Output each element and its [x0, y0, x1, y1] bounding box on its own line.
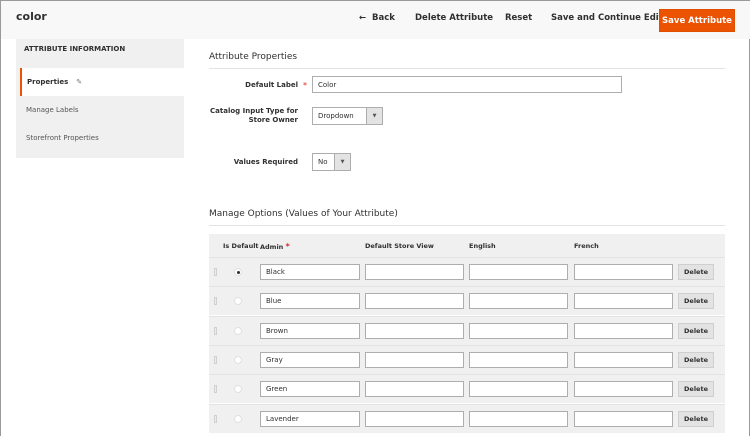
french-input[interactable]: [574, 293, 673, 310]
sidebar-heading: ATTRIBUTE INFORMATION: [24, 45, 126, 53]
default-store-view-input[interactable]: [365, 264, 464, 280]
french-input[interactable]: [574, 322, 673, 339]
default-store-view-input[interactable]: [365, 381, 464, 398]
column-header: Admin *: [260, 242, 290, 251]
divider: [209, 68, 725, 69]
delete-button[interactable]: Delete: [678, 351, 714, 368]
drag-handle-icon[interactable]: [214, 297, 217, 306]
select-value: Dropdown: [318, 112, 354, 120]
english-input[interactable]: [469, 322, 568, 339]
admin-input[interactable]: Green: [260, 381, 360, 398]
admin-input[interactable]: Gray: [260, 351, 360, 368]
input-type-label: Catalog Input Type for Store Owner: [210, 107, 298, 124]
column-header: English: [469, 242, 496, 250]
table-row: Gray Delete: [209, 344, 725, 374]
delete-button[interactable]: Delete: [678, 322, 714, 339]
is-default-radio[interactable]: [234, 414, 242, 423]
section-title: Manage Options (Values of Your Attribute…: [209, 209, 398, 219]
delete-button[interactable]: Delete: [678, 264, 714, 280]
table-row: Brown Delete: [209, 315, 725, 345]
delete-button[interactable]: Delete: [678, 293, 714, 310]
default-label-label: Default Label: [206, 81, 298, 90]
is-default-radio[interactable]: [234, 355, 242, 364]
table-row: Green Delete: [209, 374, 725, 404]
default-store-view-input[interactable]: [365, 293, 464, 310]
drag-handle-icon[interactable]: [214, 355, 217, 364]
values-required-label: Values Required: [233, 158, 298, 166]
english-input[interactable]: [469, 351, 568, 368]
table-row: Black Delete: [209, 257, 725, 286]
english-input[interactable]: [469, 381, 568, 398]
english-input[interactable]: [469, 293, 568, 310]
delete-button[interactable]: Delete: [678, 381, 714, 398]
sidebar-item-manage-labels[interactable]: Manage Labels: [20, 96, 184, 124]
sidebar-item-properties[interactable]: Properties ✎: [20, 68, 184, 96]
table-row: Lavender Delete: [209, 403, 725, 433]
pencil-icon: ✎: [76, 78, 83, 86]
drag-handle-icon[interactable]: [214, 268, 217, 276]
default-store-view-input[interactable]: [365, 351, 464, 368]
french-input[interactable]: [574, 351, 673, 368]
input-type-select[interactable]: Dropdown ▼: [312, 107, 383, 125]
drag-handle-icon[interactable]: [214, 326, 217, 335]
header-text: Admin: [260, 243, 284, 251]
admin-input[interactable]: Lavender: [260, 410, 360, 427]
column-header: French: [574, 242, 599, 250]
english-input[interactable]: [469, 410, 568, 427]
default-store-view-input[interactable]: [365, 322, 464, 339]
default-label-input[interactable]: Color: [312, 76, 622, 93]
values-required-select[interactable]: No ▼: [312, 153, 351, 171]
chevron-down-icon: ▼: [366, 108, 382, 124]
reset-button[interactable]: Reset: [505, 13, 532, 23]
section-title: Attribute Properties: [209, 52, 298, 62]
table-row: Blue Delete: [209, 286, 725, 316]
chevron-down-icon: ▼: [334, 154, 350, 170]
page-title: color: [16, 10, 47, 23]
french-input[interactable]: [574, 264, 673, 280]
drag-handle-icon[interactable]: [214, 385, 217, 394]
sidebar-item-storefront-properties[interactable]: Storefront Properties: [20, 124, 184, 152]
delete-attribute-button[interactable]: Delete Attribute: [415, 13, 493, 23]
is-default-radio[interactable]: [234, 297, 242, 306]
required-icon: *: [285, 242, 290, 251]
french-input[interactable]: [574, 381, 673, 398]
column-header: Default Store View: [365, 242, 434, 250]
arrow-left-icon: ←: [359, 13, 367, 23]
select-value: No: [318, 158, 328, 166]
english-input[interactable]: [469, 264, 568, 280]
is-default-radio[interactable]: [234, 268, 242, 276]
column-header: Is Default: [223, 242, 259, 250]
french-input[interactable]: [574, 410, 673, 427]
delete-button[interactable]: Delete: [678, 410, 714, 427]
save-attribute-button[interactable]: Save Attribute: [659, 9, 735, 32]
divider: [209, 225, 725, 226]
back-button[interactable]: ← Back: [359, 13, 395, 23]
admin-input[interactable]: Blue: [260, 293, 360, 310]
save-continue-button[interactable]: Save and Continue Edit: [551, 13, 663, 23]
is-default-radio[interactable]: [234, 326, 242, 335]
drag-handle-icon[interactable]: [214, 414, 217, 423]
default-store-view-input[interactable]: [365, 410, 464, 427]
label-text: Default Label: [245, 81, 298, 89]
admin-input[interactable]: Brown: [260, 322, 360, 339]
sidebar-item-label: Properties: [27, 78, 69, 86]
admin-input[interactable]: Black: [260, 264, 360, 280]
is-default-radio[interactable]: [234, 385, 242, 394]
required-icon: *: [303, 81, 307, 90]
back-label: Back: [372, 13, 395, 23]
